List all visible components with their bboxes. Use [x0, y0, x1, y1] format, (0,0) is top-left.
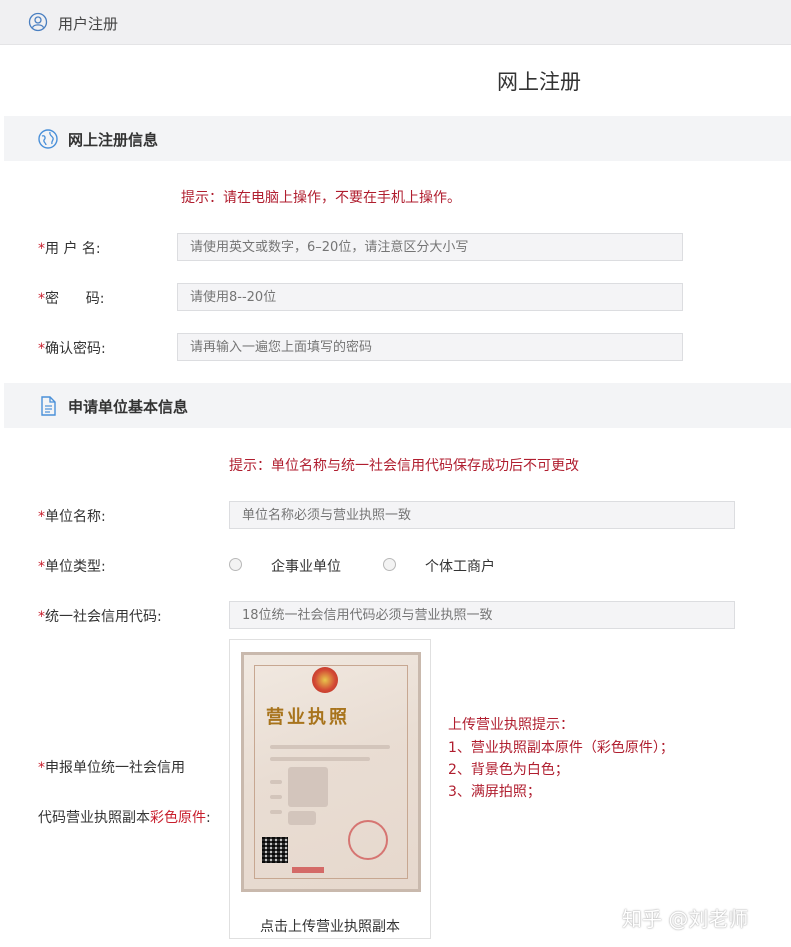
radio-enterprise[interactable]: [229, 558, 242, 571]
username-input[interactable]: [177, 233, 683, 261]
username-label: *用 户 名:: [38, 241, 101, 257]
license-image-title: 营业执照: [266, 707, 350, 728]
upload-caption[interactable]: 点击上传营业执照副本: [230, 916, 430, 936]
seal-icon: [348, 820, 388, 860]
license-label-line2: 代码营业执照副本彩色原件:: [38, 810, 211, 826]
license-image: 营业执照: [241, 652, 421, 892]
qr-code-icon: [262, 837, 288, 863]
top-bar: 用户注册: [0, 0, 791, 45]
upload-tip-2: 2、背景色为白色；: [448, 762, 569, 778]
topbar-title: 用户注册: [58, 15, 119, 33]
radio-enterprise-label[interactable]: 企事业单位: [271, 556, 341, 576]
credit-code-label: *统一社会信用代码:: [38, 609, 162, 625]
unit-name-input[interactable]: [229, 501, 735, 529]
credit-code-input[interactable]: [229, 601, 735, 629]
watermark: 知乎 @刘老师: [622, 907, 749, 931]
confirm-password-label: *确认密码:: [38, 341, 106, 357]
user-icon: [28, 12, 48, 32]
radio-individual[interactable]: [383, 558, 396, 571]
page-title: 网上注册: [497, 70, 581, 94]
section-register-info: 网上注册信息: [4, 116, 791, 161]
section-unit-info: 申请单位基本信息: [4, 383, 791, 428]
section-title: 网上注册信息: [68, 131, 159, 149]
license-label-line1: *申报单位统一社会信用: [38, 760, 185, 776]
document-icon: [41, 396, 56, 416]
unit-type-label: *单位类型:: [38, 559, 106, 575]
password-label: *密 码:: [38, 291, 105, 307]
upload-tip-1: 1、营业执照副本原件（彩色原件）；: [448, 740, 674, 756]
register-hint: 提示：请在电脑上操作，不要在手机上操作。: [181, 190, 461, 206]
radio-individual-label[interactable]: 个体工商户: [425, 556, 495, 576]
confirm-password-input[interactable]: [177, 333, 683, 361]
upload-tip-3: 3、满屏拍照；: [448, 784, 541, 800]
upload-tip-title: 上传营业执照提示：: [448, 717, 574, 733]
emblem-icon: [312, 667, 338, 693]
license-upload-box[interactable]: 营业执照 点击上传营业执照副本: [229, 639, 431, 939]
section-title: 申请单位基本信息: [68, 398, 189, 416]
globe-icon: [38, 129, 58, 149]
unit-name-label: *单位名称:: [38, 509, 106, 525]
unit-hint: 提示：单位名称与统一社会信用代码保存成功后不可更改: [229, 458, 579, 474]
password-input[interactable]: [177, 283, 683, 311]
